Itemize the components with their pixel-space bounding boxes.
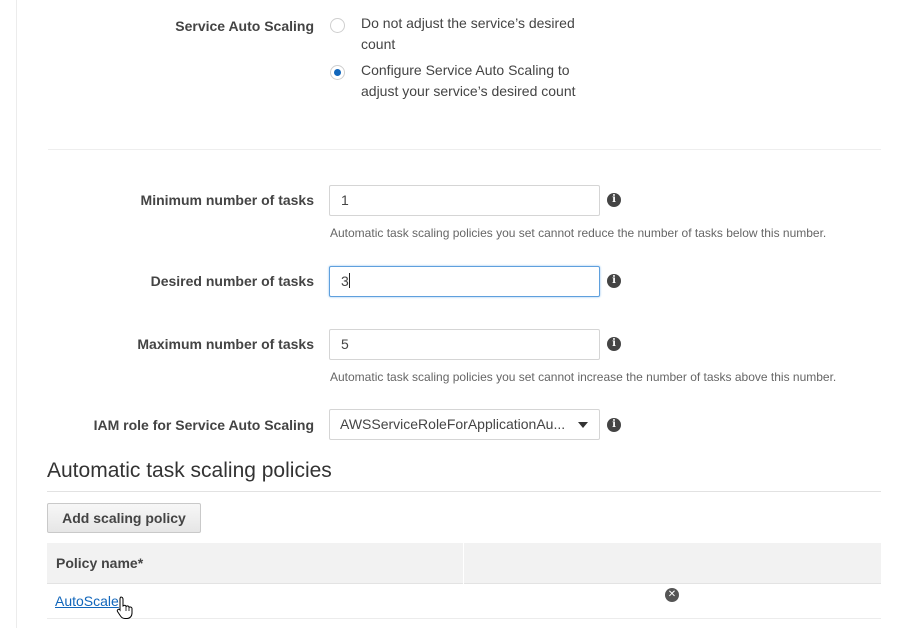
policy-name-link[interactable]: AutoScale — [55, 593, 119, 609]
max-tasks-input[interactable]: 5 — [329, 329, 600, 360]
radio-button-do-not-adjust[interactable] — [330, 18, 345, 33]
radio-label-configure: Configure Service Auto Scaling to adjust… — [361, 62, 576, 99]
hand-pointer-icon — [116, 596, 133, 619]
info-icon[interactable]: i — [607, 274, 621, 288]
column-divider — [463, 543, 464, 584]
radio-option-do-not-adjust[interactable]: Do not adjust the service’s desired coun… — [330, 15, 591, 55]
min-tasks-input[interactable]: 1 — [329, 185, 600, 216]
panel-border — [16, 0, 17, 628]
section-title-underline — [47, 491, 881, 492]
service-auto-scaling-label: Service Auto Scaling — [175, 18, 314, 34]
desired-tasks-input[interactable]: 3 — [329, 266, 600, 297]
iam-role-select[interactable]: AWSServiceRoleForApplicationAu... — [329, 409, 600, 440]
max-tasks-value: 5 — [341, 336, 349, 352]
column-header-policy-name: Policy name* — [56, 555, 144, 571]
table-row: AutoScale ✕ — [47, 585, 881, 619]
radio-button-configure[interactable] — [330, 65, 345, 80]
close-circle-icon[interactable]: ✕ — [665, 588, 679, 602]
max-tasks-hint: Automatic task scaling policies you set … — [330, 370, 837, 384]
min-tasks-value: 1 — [341, 192, 349, 208]
radio-label-do-not-adjust: Do not adjust the service’s desired coun… — [361, 15, 575, 52]
section-divider — [48, 149, 881, 150]
min-tasks-label: Minimum number of tasks — [140, 192, 314, 208]
min-tasks-hint: Automatic task scaling policies you set … — [330, 226, 827, 240]
info-icon[interactable]: i — [607, 193, 621, 207]
radio-option-configure[interactable]: Configure Service Auto Scaling to adjust… — [330, 62, 591, 102]
caret-down-icon — [578, 422, 588, 428]
add-scaling-policy-button[interactable]: Add scaling policy — [47, 503, 201, 533]
text-caret — [348, 273, 350, 288]
desired-tasks-value: 3 — [341, 273, 349, 289]
info-icon[interactable]: i — [607, 337, 621, 351]
info-icon[interactable]: i — [607, 418, 621, 432]
iam-role-value: AWSServiceRoleForApplicationAu... — [340, 416, 566, 432]
policies-section-title: Automatic task scaling policies — [47, 459, 332, 482]
max-tasks-label: Maximum number of tasks — [137, 336, 314, 352]
policies-table-header: Policy name* — [47, 543, 881, 584]
iam-role-label: IAM role for Service Auto Scaling — [93, 417, 314, 433]
desired-tasks-label: Desired number of tasks — [150, 273, 314, 289]
